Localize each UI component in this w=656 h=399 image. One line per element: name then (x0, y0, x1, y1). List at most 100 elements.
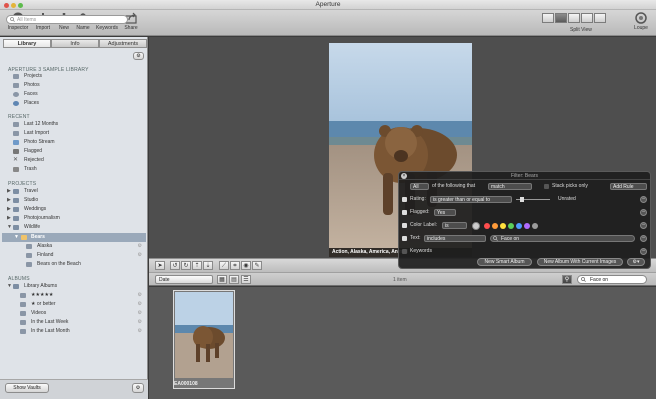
crop-tool-button[interactable]: ⌗ (230, 261, 240, 270)
sidebar-item-last-import[interactable]: Last Import (13, 129, 133, 138)
split-view-layout-button[interactable] (555, 13, 567, 23)
close-hud-button[interactable]: × (401, 173, 407, 179)
sidebar-item-in-the-last-week[interactable]: In the Last Week ⚙ (20, 318, 142, 327)
sidebar-item-travel[interactable]: ▶ Travel (7, 187, 133, 196)
faces-view-button[interactable] (581, 13, 593, 23)
color-purple-swatch[interactable] (524, 223, 530, 229)
flagged-checkbox[interactable] (402, 210, 407, 215)
loupe-button[interactable]: Loupe (630, 12, 652, 36)
view-filmstrip-button[interactable]: ▤ (229, 275, 239, 284)
color-yellow-swatch[interactable] (500, 223, 506, 229)
text-search-field[interactable]: Face on (490, 235, 635, 242)
color-gray-swatch[interactable] (532, 223, 538, 229)
lift-tool-button[interactable]: ⇡ (192, 261, 202, 270)
sidebar-item-one-star-or-better[interactable]: ★ or better ⚙ (20, 300, 142, 309)
stack-picks-checkbox[interactable] (544, 184, 549, 189)
gear-icon: ⚙ (137, 301, 142, 307)
color-orange-swatch[interactable] (492, 223, 498, 229)
match-scope-select[interactable]: All (410, 183, 429, 190)
match-select[interactable]: match (488, 183, 532, 190)
thumbnail-filename: EA000108 (174, 381, 198, 387)
filter-hud-button[interactable]: ⚲ (562, 275, 572, 284)
remove-keywords-rule-button[interactable]: − (640, 248, 647, 255)
sidebar-item-photos[interactable]: Photos (13, 81, 133, 90)
gear-icon: ⚙ (137, 319, 142, 325)
view-grid-button[interactable]: ▦ (217, 275, 227, 284)
viewer-layout-button[interactable] (568, 13, 580, 23)
remove-text-rule-button[interactable]: − (640, 235, 647, 242)
close-window-button[interactable] (4, 3, 9, 8)
color-green-swatch[interactable] (508, 223, 514, 229)
sidebar-item-finland[interactable]: Finland ⚙ (26, 251, 142, 260)
sidebar-item-places[interactable]: Places (13, 99, 133, 108)
sidebar-item-alaska[interactable]: Alaska ⚙ (26, 242, 142, 251)
places-view-button[interactable] (594, 13, 606, 23)
thumbnail-image[interactable] (175, 292, 233, 378)
sidebar-item-in-the-last-month[interactable]: In the Last Month ⚙ (20, 327, 142, 336)
sidebar-item-projects[interactable]: Projects (13, 72, 133, 81)
new-album-with-current-images-button[interactable]: New Album With Current Images (537, 258, 623, 266)
remove-rating-rule-button[interactable]: − (640, 196, 647, 203)
color-blue-swatch[interactable] (516, 223, 522, 229)
text-checkbox[interactable] (402, 236, 407, 241)
remove-flagged-rule-button[interactable]: − (640, 209, 647, 216)
sidebar-item-photojournalism[interactable]: ▶ Photojournalism (7, 214, 133, 223)
sidebar-item-library-albums[interactable]: ▼ Library Albums (7, 282, 133, 291)
color-none-swatch[interactable] (472, 222, 480, 230)
sidebar-item-five-stars[interactable]: ★★★★★ ⚙ (20, 291, 142, 300)
browser-search-input[interactable]: Face on (577, 275, 647, 284)
smart-album-icon (20, 320, 26, 325)
flagged-value-select[interactable]: Yes (434, 209, 456, 216)
minimize-window-button[interactable] (11, 3, 16, 8)
flag-icon (13, 149, 19, 154)
tab-adjustments[interactable]: Adjustments (99, 39, 147, 48)
rating-slider-thumb[interactable] (520, 197, 524, 202)
tab-info[interactable]: Info (51, 39, 99, 48)
sidebar-footer: Show Vaults ⚙ (0, 379, 148, 399)
hud-action-button[interactable]: ⚙▾ (627, 258, 645, 266)
keywords-checkbox[interactable] (402, 249, 407, 254)
sidebar-item-wildlife[interactable]: ▼ Wildlife (7, 223, 133, 232)
sidebar-item-last-12-months[interactable]: Last 12 Months (13, 120, 133, 129)
color-label-checkbox[interactable] (402, 223, 407, 228)
tab-library[interactable]: Library (3, 39, 51, 48)
rating-checkbox[interactable] (402, 197, 407, 202)
remove-color-label-rule-button[interactable]: − (640, 222, 647, 229)
show-vaults-button[interactable]: Show Vaults (5, 383, 49, 393)
sidebar-item-photo-stream[interactable]: Photo Stream (13, 138, 133, 147)
color-red-swatch[interactable] (484, 223, 490, 229)
sidebar-action-button[interactable]: ⚙ (132, 383, 144, 393)
text-operator-select[interactable]: includes (424, 235, 486, 242)
sidebar-item-videos[interactable]: Videos ⚙ (20, 309, 142, 318)
browser-layout-button[interactable] (542, 13, 554, 23)
sidebar-item-bears[interactable]: ▼ Bears (2, 233, 146, 242)
new-smart-album-button[interactable]: New Smart Album (477, 258, 532, 266)
color-label-operator-select[interactable]: is (442, 222, 467, 229)
sidebar-item-weddings[interactable]: ▶ Weddings (7, 205, 133, 214)
text-label: Text: (410, 235, 421, 241)
brush-tool-button[interactable]: ✎ (252, 261, 262, 270)
red-eye-tool-button[interactable]: ◉ (241, 261, 251, 270)
rotate-right-tool-button[interactable]: ↻ (181, 261, 191, 270)
add-rule-button[interactable]: Add Rule (610, 183, 647, 190)
rotate-left-tool-button[interactable]: ↺ (170, 261, 180, 270)
rating-operator-select[interactable]: is greater than or equal to (430, 196, 512, 203)
sidebar-item-studio[interactable]: ▶ Studio (7, 196, 133, 205)
zoom-window-button[interactable] (18, 3, 23, 8)
sidebar-item-faces[interactable]: Faces (13, 90, 133, 99)
select-tool-button[interactable]: ➤ (155, 261, 165, 270)
gear-icon: ⚙ (137, 310, 142, 316)
gear-icon: ⚙ (137, 252, 142, 258)
library-search-input[interactable]: All Items (6, 15, 128, 24)
view-list-button[interactable]: ☰ (241, 275, 251, 284)
stamp-tool-button[interactable]: ⇣ (203, 261, 213, 270)
sidebar-item-bears-on-the-beach[interactable]: Bears on the Beach (26, 260, 142, 269)
item-count: 1 item (393, 277, 407, 283)
straighten-tool-button[interactable]: ⟋ (219, 261, 229, 270)
sort-by-select[interactable]: Date (155, 275, 213, 284)
search-options-button[interactable]: ⚙ (133, 52, 144, 60)
sidebar-item-rejected[interactable]: ✕ Rejected (13, 156, 133, 165)
gear-icon: ⚙ (137, 292, 142, 298)
sidebar-item-flagged[interactable]: Flagged (13, 147, 133, 156)
sidebar-item-trash[interactable]: Trash (13, 165, 133, 174)
